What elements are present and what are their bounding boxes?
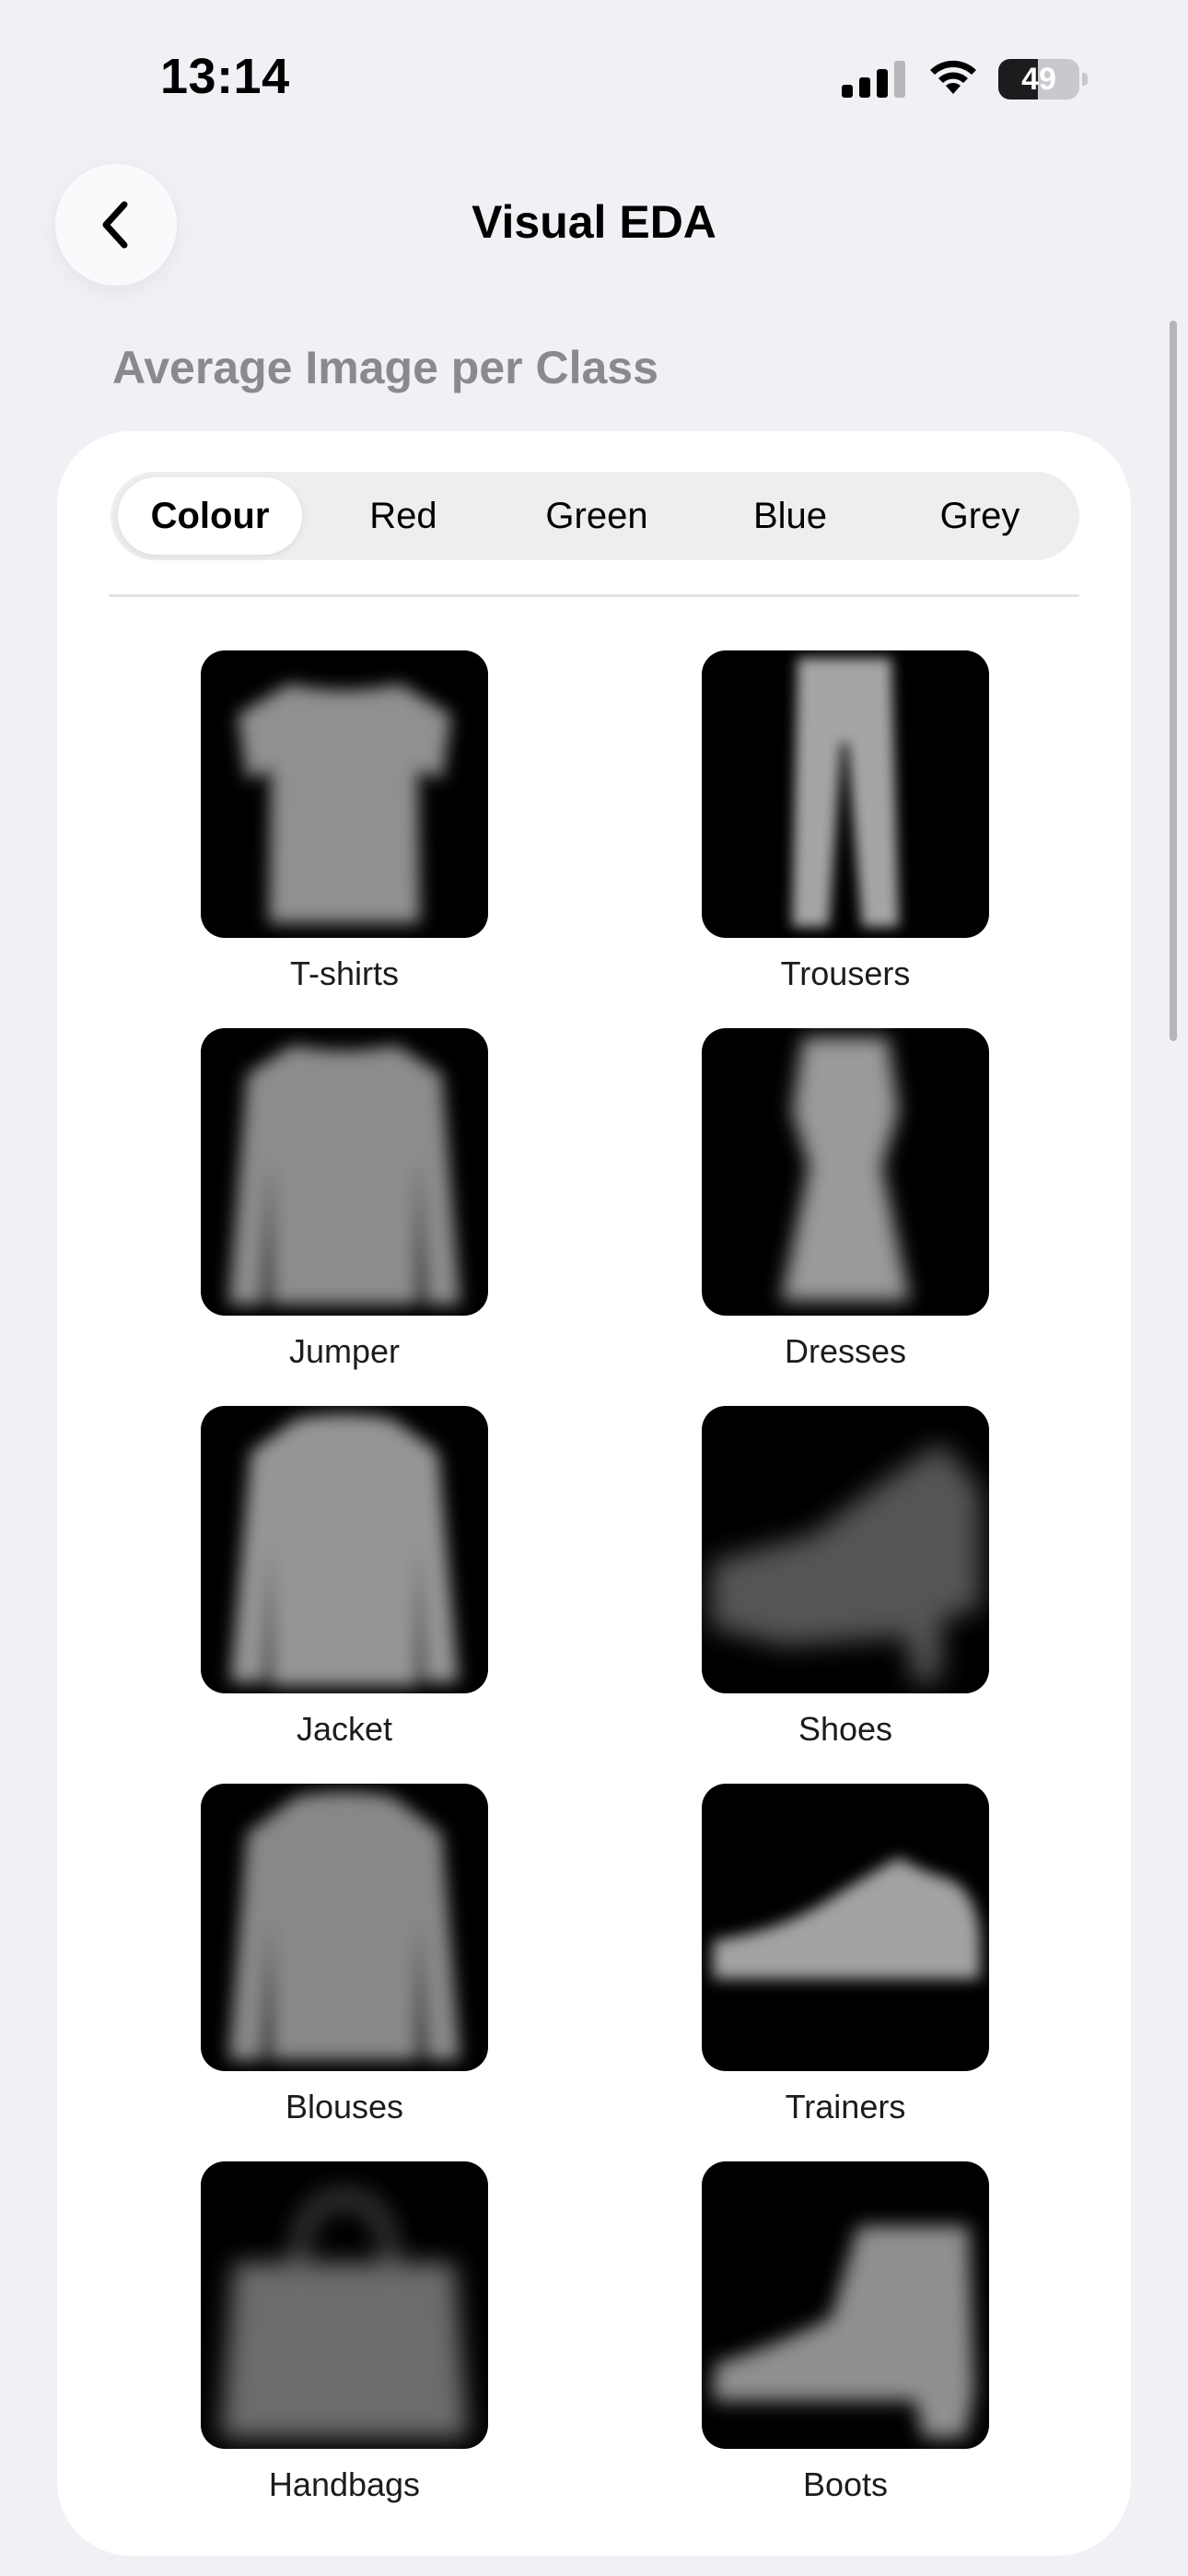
section-title: Average Image per Class [112,342,658,393]
class-label-dresses: Dresses [784,1332,907,1370]
jumper-average-image [201,1028,488,1316]
battery-icon: 49 [998,59,1088,100]
segment-blue[interactable]: Blue [698,477,882,555]
shoe-average-image [702,1406,989,1693]
wifi-icon [926,57,980,102]
channel-segmented-control: Colour Red Green Blue Grey [111,472,1079,560]
class-label-trainers: Trainers [785,2088,906,2125]
segment-red[interactable]: Red [311,477,495,555]
handbag-average-image [201,2161,488,2449]
class-label-handbags: Handbags [268,2465,421,2503]
dress-average-image [702,1028,989,1316]
average-images-card: Colour Red Green Blue Grey T-shirts Trou… [57,431,1131,2556]
divider [109,594,1079,597]
class-label-shoes: Shoes [798,1710,893,1748]
boot-average-image [702,2161,989,2449]
jacket-average-image [201,1406,488,1693]
page-title: Visual EDA [472,196,716,248]
trousers-average-image [702,650,989,938]
trainer-average-image [702,1784,989,2071]
class-label-jumper: Jumper [288,1332,401,1370]
segment-green[interactable]: Green [505,477,689,555]
class-label-trousers: Trousers [780,954,911,992]
scroll-indicator[interactable] [1170,321,1177,1041]
segment-grey[interactable]: Grey [888,477,1072,555]
cellular-signal-icon [842,61,905,98]
blouse-average-image [201,1784,488,2071]
class-label-boots: Boots [802,2465,889,2503]
class-label-blouses: Blouses [285,2088,404,2125]
segment-colour[interactable]: Colour [118,477,302,555]
status-time: 13:14 [160,49,290,104]
class-label-tshirts: T-shirts [289,954,399,992]
tshirt-average-image [201,650,488,938]
battery-percentage: 49 [1021,61,1056,97]
class-label-jacket: Jacket [296,1710,393,1748]
